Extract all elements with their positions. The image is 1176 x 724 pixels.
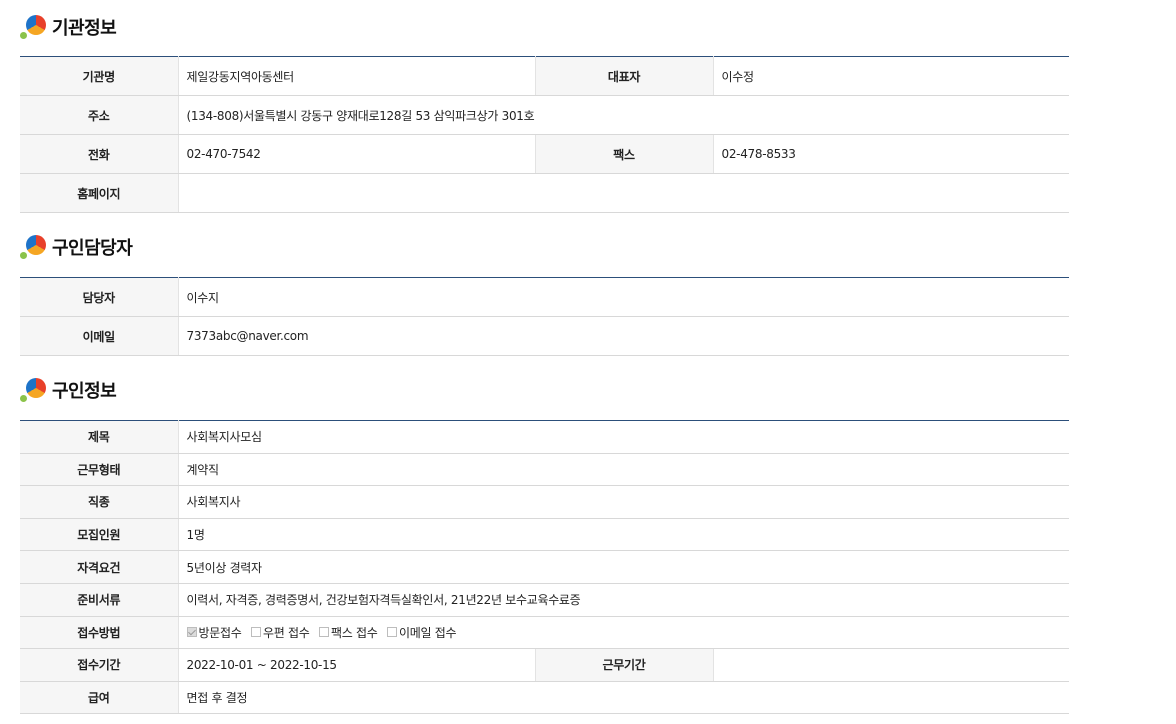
manager-label: 담당자 xyxy=(20,277,179,317)
table-row: 제목 사회복지사모심 xyxy=(20,420,1069,454)
homepage-value[interactable] xyxy=(178,173,1069,213)
homepage-label: 홈페이지 xyxy=(20,173,179,213)
occupation-label: 직종 xyxy=(20,485,179,519)
table-row: 직종 사회복지사 xyxy=(20,485,1069,519)
section-title-job: 구인정보 xyxy=(20,375,117,405)
address-label: 주소 xyxy=(20,95,179,135)
section-title-org: 기관정보 xyxy=(20,12,117,42)
job-info-table: 제목 사회복지사모심 근무형태 계약직 직종 사회복지사 모집인원 1명 자격요… xyxy=(20,420,1069,715)
table-row: 급여 면접 후 결정 xyxy=(20,681,1069,715)
table-row: 자격요건 5년이상 경력자 xyxy=(20,550,1069,584)
org-name-value: 제일강동지역아동센터 xyxy=(178,56,535,96)
table-row: 준비서류 이력서, 자격증, 경력증명서, 건강보험자격득실확인서, 21년22… xyxy=(20,583,1069,617)
section-title-text: 기관정보 xyxy=(52,18,117,39)
logo-icon xyxy=(20,377,48,403)
subject-label: 제목 xyxy=(20,420,179,454)
documents-value: 이력서, 자격증, 경력증명서, 건강보험자격득실확인서, 21년22년 보수교… xyxy=(178,583,1069,617)
contact-info-table: 담당자 이수지 이메일 7373abc@naver.com xyxy=(20,277,1069,356)
period-value: 2022-10-01 ~ 2022-10-15 xyxy=(178,648,535,682)
method-fax-checkbox[interactable]: 팩스 접수 xyxy=(318,624,378,641)
qualification-label: 자격요건 xyxy=(20,550,179,584)
phone-label: 전화 xyxy=(20,134,179,174)
headcount-label: 모집인원 xyxy=(20,518,179,552)
occupation-value: 사회복지사 xyxy=(178,485,1069,519)
manager-value: 이수지 xyxy=(178,277,1069,317)
workperiod-label: 근무기간 xyxy=(534,648,714,682)
headcount-value: 1명 xyxy=(178,518,1069,552)
method-value: 방문접수 우편 접수 팩스 접수 이메일 접수 xyxy=(178,616,1069,650)
section-title-text: 구인담당자 xyxy=(52,238,133,259)
checkbox-empty-icon xyxy=(318,627,329,638)
method-visit-checkbox[interactable]: 방문접수 xyxy=(186,624,242,641)
email-value[interactable]: 7373abc@naver.com xyxy=(178,316,1069,356)
method-email-checkbox[interactable]: 이메일 접수 xyxy=(386,624,457,641)
workperiod-value xyxy=(713,648,1069,682)
ceo-value: 이수정 xyxy=(713,56,1069,96)
fax-label: 팩스 xyxy=(534,134,714,174)
table-row: 이메일 7373abc@naver.com xyxy=(20,316,1069,356)
table-row: 주소 (134-808)서울특별시 강동구 양재대로128길 53 삼익파크상가… xyxy=(20,95,1069,135)
method-label: 접수방법 xyxy=(20,616,179,650)
salary-value: 면접 후 결정 xyxy=(178,681,1069,715)
logo-icon xyxy=(20,14,48,40)
fax-value: 02-478-8533 xyxy=(713,134,1069,174)
checkbox-empty-icon xyxy=(250,627,261,638)
ceo-label: 대표자 xyxy=(534,56,714,96)
subject-value: 사회복지사모심 xyxy=(178,420,1069,454)
email-label: 이메일 xyxy=(20,316,179,356)
org-name-label: 기관명 xyxy=(20,56,179,96)
checkbox-empty-icon xyxy=(386,627,397,638)
table-row: 전화 02-470-7542 팩스 02-478-8533 xyxy=(20,134,1069,174)
section-title-text: 구인정보 xyxy=(52,381,117,402)
table-row: 담당자 이수지 xyxy=(20,277,1069,317)
method-mail-checkbox[interactable]: 우편 접수 xyxy=(250,624,310,641)
method-fax-label: 팩스 접수 xyxy=(330,625,378,640)
table-row: 접수기간 2022-10-01 ~ 2022-10-15 근무기간 xyxy=(20,648,1069,682)
method-mail-label: 우편 접수 xyxy=(262,625,310,640)
qualification-value: 5년이상 경력자 xyxy=(178,550,1069,584)
table-row: 홈페이지 xyxy=(20,173,1069,213)
worktype-value: 계약직 xyxy=(178,453,1069,487)
period-label: 접수기간 xyxy=(20,648,179,682)
logo-icon xyxy=(20,234,48,260)
address-value: (134-808)서울특별시 강동구 양재대로128길 53 삼익파크상가 30… xyxy=(178,95,1069,135)
method-email-label: 이메일 접수 xyxy=(398,625,457,640)
phone-value: 02-470-7542 xyxy=(178,134,535,174)
section-title-contact: 구인담당자 xyxy=(20,232,133,262)
table-row: 모집인원 1명 xyxy=(20,518,1069,552)
checkbox-checked-icon xyxy=(186,627,197,638)
org-info-table: 기관명 제일강동지역아동센터 대표자 이수정 주소 (134-808)서울특별시… xyxy=(20,56,1069,213)
table-row: 접수방법 방문접수 우편 접수 팩스 접수 이메일 접수 xyxy=(20,616,1069,650)
salary-label: 급여 xyxy=(20,681,179,715)
table-row: 기관명 제일강동지역아동센터 대표자 이수정 xyxy=(20,56,1069,96)
documents-label: 준비서류 xyxy=(20,583,179,617)
table-row: 근무형태 계약직 xyxy=(20,453,1069,487)
worktype-label: 근무형태 xyxy=(20,453,179,487)
method-visit-label: 방문접수 xyxy=(198,625,242,640)
